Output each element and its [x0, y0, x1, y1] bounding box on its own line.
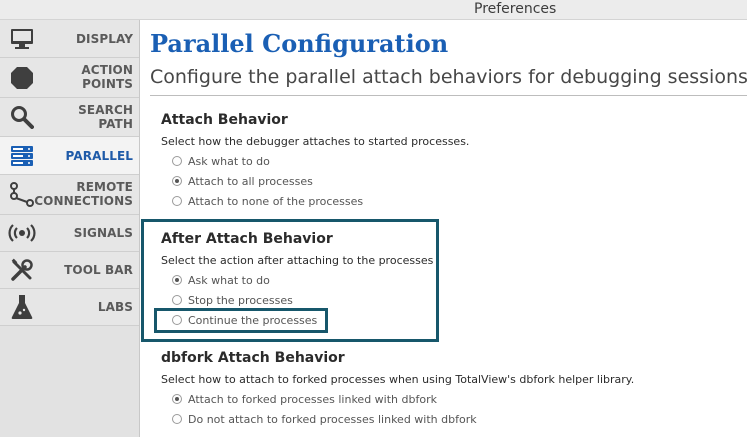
radio-label: Attach to none of the processes — [188, 194, 364, 208]
sidebar-item-search-path[interactable]: SEARCH PATH — [0, 98, 139, 137]
radio-attach-to-none[interactable]: Attach to none of the processes — [172, 194, 363, 208]
flask-icon — [8, 293, 36, 321]
radio-label: Attach to all processes — [188, 174, 313, 188]
radio-button[interactable] — [172, 156, 182, 166]
radio-button[interactable] — [172, 295, 182, 305]
divider — [150, 95, 747, 96]
stop-octagon-icon — [8, 64, 36, 92]
radio-button[interactable] — [172, 394, 182, 404]
radio-button[interactable] — [172, 196, 182, 206]
radio-do-not-attach-forked-processes[interactable]: Do not attach to forked processes linked… — [172, 412, 477, 426]
radio-continue-the-processes[interactable]: Continue the processes — [172, 313, 317, 327]
radio-label: Do not attach to forked processes linked… — [188, 412, 477, 426]
server-stack-icon — [8, 142, 36, 170]
section-title-dbfork-attach-behavior: dbfork Attach Behavior — [161, 350, 345, 366]
sidebar-item-label: REMOTE CONNECTIONS — [34, 180, 133, 208]
section-description: Select how to attach to forked processes… — [161, 373, 635, 386]
broadcast-icon — [8, 219, 36, 247]
radio-label: Stop the processes — [188, 293, 293, 307]
section-description: Select how the debugger attaches to star… — [161, 135, 470, 148]
sidebar-item-remote-connections[interactable]: REMOTE CONNECTIONS — [0, 175, 139, 215]
radio-attach-forked-processes[interactable]: Attach to forked processes linked with d… — [172, 392, 437, 406]
section-description: Select the action after attaching to the… — [161, 254, 434, 267]
page-title: Parallel Configuration — [150, 29, 449, 58]
window-title: Preferences — [474, 1, 557, 17]
radio-button[interactable] — [172, 315, 182, 325]
radio-label: Continue the processes — [188, 313, 318, 327]
sidebar-item-label: SIGNALS — [73, 226, 133, 240]
network-nodes-icon — [8, 181, 36, 209]
tools-icon — [8, 256, 36, 284]
radio-button[interactable] — [172, 176, 182, 186]
radio-label: Attach to forked processes linked with d… — [188, 392, 437, 406]
radio-button[interactable] — [172, 414, 182, 424]
section-title-attach-behavior: Attach Behavior — [161, 112, 288, 128]
monitor-icon — [8, 25, 36, 53]
sidebar-item-action-points[interactable]: ACTION POINTS — [0, 58, 139, 98]
radio-attach-to-all-processes[interactable]: Attach to all processes — [172, 174, 313, 188]
sidebar-item-signals[interactable]: SIGNALS — [0, 215, 139, 252]
sidebar-item-label: SEARCH PATH — [78, 103, 133, 131]
sidebar-item-labs[interactable]: LABS — [0, 289, 139, 326]
radio-label: Ask what to do — [188, 154, 270, 168]
sidebar-item-tool-bar[interactable]: TOOL BAR — [0, 252, 139, 289]
sidebar-item-label: TOOL BAR — [64, 263, 133, 277]
preferences-sidebar: DISPLAY ACTION POINTS SEARCH PATH PARALL… — [0, 20, 140, 437]
sidebar-item-label: PARALLEL — [65, 149, 133, 163]
window-titlebar: Preferences — [0, 0, 747, 20]
preferences-content: Parallel Configuration Configure the par… — [141, 20, 747, 437]
radio-button[interactable] — [172, 275, 182, 285]
radio-ask-what-to-do[interactable]: Ask what to do — [172, 154, 270, 168]
radio-label: Ask what to do — [188, 273, 270, 287]
sidebar-item-label: DISPLAY — [75, 32, 133, 46]
section-title-after-attach-behavior: After Attach Behavior — [161, 231, 333, 247]
sidebar-item-parallel[interactable]: PARALLEL — [0, 137, 139, 175]
sidebar-item-display[interactable]: DISPLAY — [0, 20, 139, 58]
sidebar-item-label: LABS — [97, 300, 133, 314]
sidebar-item-label: ACTION POINTS — [81, 63, 133, 91]
radio-after-ask-what-to-do[interactable]: Ask what to do — [172, 273, 270, 287]
page-subtitle: Configure the parallel attach behaviors … — [150, 66, 747, 88]
magnifier-icon — [8, 103, 36, 131]
radio-stop-the-processes[interactable]: Stop the processes — [172, 293, 293, 307]
